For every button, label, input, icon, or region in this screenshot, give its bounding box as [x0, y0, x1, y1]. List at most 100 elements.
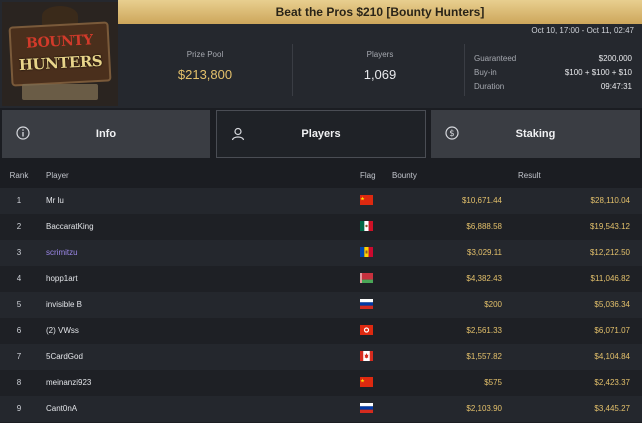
- cell-bounty: $4,382.43: [466, 274, 502, 283]
- header-bounty[interactable]: Bounty: [392, 171, 417, 180]
- prize-pool-label: Prize Pool: [186, 50, 224, 59]
- moldova-flag-icon: [360, 247, 373, 257]
- tournament-title: Beat the Pros $210 [Bounty Hunters]: [275, 5, 485, 19]
- logo-sign: BOUNTY HUNTERS: [8, 21, 112, 87]
- cell-player: hopp1art: [46, 274, 78, 283]
- russia-flag-icon: [360, 403, 373, 413]
- tab-bar: Info Players $ Staking: [0, 110, 642, 158]
- logo-text-line2: HUNTERS: [18, 51, 103, 75]
- detail-duration: Duration 09:47:31: [474, 80, 632, 94]
- cell-player: 5CardGod: [46, 352, 83, 361]
- cell-rank: 8: [16, 378, 22, 387]
- cell-rank: 5: [16, 300, 22, 309]
- table-header: Rank Player Flag Bounty Result: [0, 162, 642, 188]
- players-count-value: 1,069: [363, 67, 397, 82]
- cell-player: BaccaratKing: [46, 222, 94, 231]
- cell-player[interactable]: scrimitzu: [46, 248, 78, 257]
- cell-rank: 7: [16, 352, 22, 361]
- header-player[interactable]: Player: [46, 171, 69, 180]
- tournament-details: Guaranteed $200,000 Buy-in $100 + $100 +…: [474, 52, 632, 94]
- cell-player: Cant0nA: [46, 404, 78, 413]
- table-body: 1 Mr lu $10,671.44 $28,110.04 2 BaccaratKing $…: [0, 188, 642, 422]
- russia-flag-icon: [360, 299, 373, 309]
- table-row[interactable]: 8 meinanzi923 $575 $2,423.37: [0, 370, 642, 396]
- cell-result: $12,212.50: [589, 248, 630, 257]
- logo-text-line1: BOUNTY: [25, 32, 94, 52]
- cell-result: $2,423.37: [594, 378, 630, 387]
- detail-key: Buy-in: [474, 68, 497, 77]
- cell-bounty: $3,029.11: [467, 248, 502, 257]
- table-row[interactable]: 5 invisible B $200 $5,036.34: [0, 292, 642, 318]
- cell-bounty: $2,561.33: [466, 326, 502, 335]
- cell-result: $28,110.04: [590, 196, 630, 205]
- tab-players[interactable]: Players: [216, 110, 426, 158]
- cell-rank: 6: [16, 326, 22, 335]
- mexico-flag-icon: [360, 221, 373, 231]
- table-row[interactable]: 3 scrimitzu $3,029.11 $12,212.50: [0, 240, 642, 266]
- cell-rank: 1: [16, 196, 22, 205]
- cell-result: $3,445.27: [594, 404, 630, 413]
- cell-bounty: $6,888.58: [466, 222, 502, 231]
- date-range: Oct 10, 17:00 - Oct 11, 02:47: [531, 26, 634, 35]
- cell-bounty: $575: [484, 378, 502, 387]
- cell-player: invisible B: [46, 300, 83, 309]
- cell-player: meinanzi923: [46, 378, 92, 387]
- cell-rank: 9: [16, 404, 22, 413]
- cell-rank: 2: [16, 222, 22, 231]
- tab-info-label: Info: [95, 128, 117, 140]
- detail-buy-in: Buy-in $100 + $100 + $10: [474, 66, 632, 80]
- bounty-hunters-logo: BOUNTY HUNTERS: [2, 2, 118, 106]
- china-flag-icon: [360, 195, 373, 205]
- header-flag[interactable]: Flag: [360, 171, 376, 180]
- cell-rank: 3: [16, 248, 22, 257]
- detail-key: Duration: [474, 82, 505, 91]
- tab-staking[interactable]: $ Staking: [431, 110, 640, 158]
- belarus-flag-icon: [360, 273, 373, 283]
- divider: [464, 44, 465, 96]
- cell-player: Mr lu: [46, 196, 64, 205]
- tab-info[interactable]: Info: [2, 110, 210, 158]
- china-flag-icon: [360, 377, 373, 387]
- table-row[interactable]: 1 Mr lu $10,671.44 $28,110.04: [0, 188, 642, 214]
- title-bar: Beat the Pros $210 [Bounty Hunters]: [118, 0, 642, 24]
- tab-players-label: Players: [301, 128, 341, 140]
- table-row[interactable]: 4 hopp1art $4,382.43 $11,046.82: [0, 266, 642, 292]
- cell-bounty: $1,557.82: [466, 352, 502, 361]
- players-table: Rank Player Flag Bounty Result 1 Mr lu $10…: [0, 162, 642, 422]
- cell-player: (2) VWss: [46, 326, 79, 335]
- detail-value: $200,000: [598, 54, 632, 63]
- detail-guaranteed: Guaranteed $200,000: [474, 52, 632, 66]
- table-row[interactable]: 6 (2) VWss $2,561.33 $6,071.07: [0, 318, 642, 344]
- players-count-stat: Players 1,069: [320, 50, 440, 82]
- info-circle-icon: [16, 126, 30, 140]
- cell-result: $4,104.84: [594, 352, 630, 361]
- tournament-header: BOUNTY HUNTERS Beat the Pros $210 [Bount…: [0, 0, 642, 108]
- header-rank[interactable]: Rank: [0, 171, 38, 180]
- cell-bounty: $10,671.44: [461, 196, 502, 205]
- divider: [292, 44, 293, 96]
- hong-kong-flag-icon: [360, 325, 373, 335]
- detail-value: 09:47:31: [600, 82, 632, 91]
- cell-result: $5,036.34: [594, 300, 630, 309]
- prize-pool-stat: Prize Pool $213,800: [150, 50, 260, 82]
- user-icon: [231, 127, 245, 141]
- detail-key: Guaranteed: [474, 54, 517, 63]
- prize-pool-value: $213,800: [177, 67, 233, 82]
- cell-result: $19,543.12: [589, 222, 630, 231]
- svg-text:$: $: [449, 129, 454, 139]
- cell-rank: 4: [16, 274, 22, 283]
- cell-bounty: $2,103.90: [466, 404, 502, 413]
- table-row[interactable]: 7 5CardGod $1,557.82 $4,104.84: [0, 344, 642, 370]
- players-count-label: Players: [366, 50, 394, 59]
- canada-flag-icon: [360, 351, 373, 361]
- dollar-circle-icon: $: [445, 126, 459, 140]
- table-row[interactable]: 2 BaccaratKing $6,888.58 $19,543.12: [0, 214, 642, 240]
- cell-result: $11,046.82: [590, 274, 630, 283]
- header-result[interactable]: Result: [518, 171, 541, 180]
- cell-bounty: $200: [484, 300, 502, 309]
- logo-cards-decoration: [22, 84, 98, 100]
- table-row[interactable]: 9 Cant0nA $2,103.90 $3,445.27: [0, 396, 642, 422]
- detail-value: $100 + $100 + $10: [564, 68, 632, 77]
- cell-result: $6,071.07: [594, 326, 630, 335]
- tab-staking-label: Staking: [515, 128, 556, 140]
